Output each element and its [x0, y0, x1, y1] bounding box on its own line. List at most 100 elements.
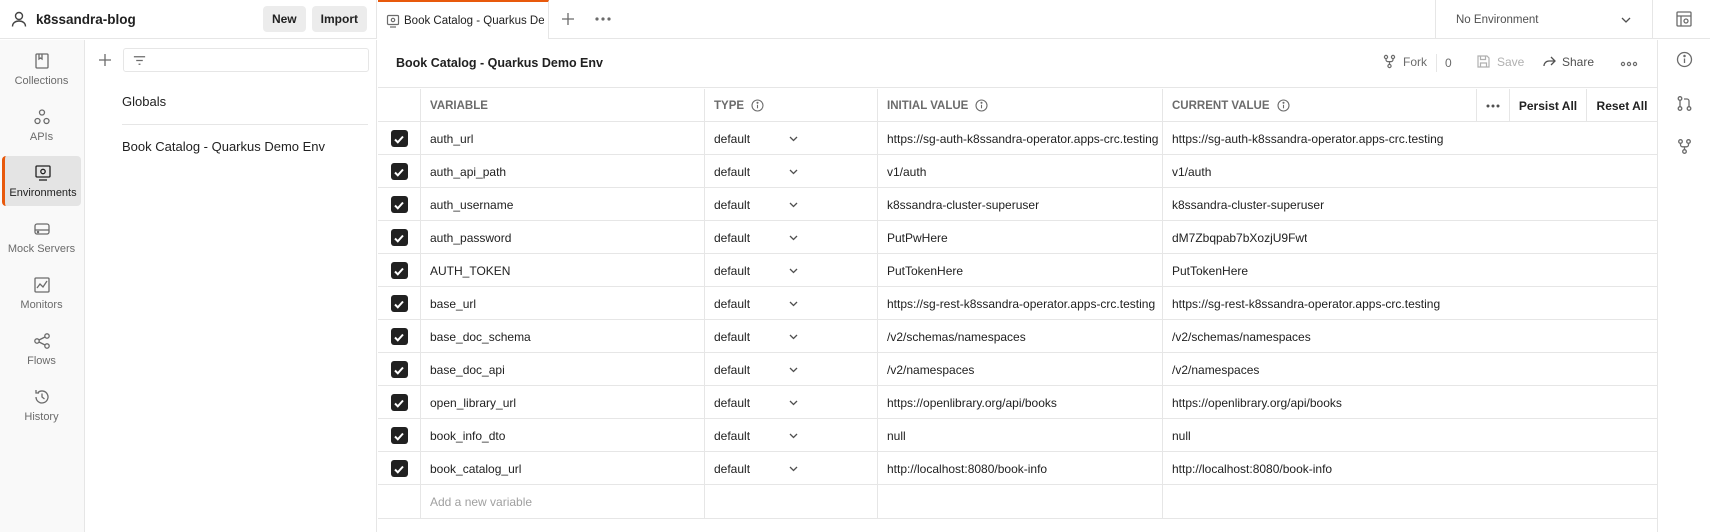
info-icon[interactable]	[1676, 51, 1693, 68]
rail-item-mock-servers[interactable]: Mock Servers	[2, 212, 81, 262]
new-tab-plus-icon[interactable]	[560, 11, 576, 27]
initial-value-cell[interactable]: http://localhost:8080/book-info	[878, 452, 1163, 485]
type-select[interactable]: default	[705, 419, 878, 452]
variable-name-cell[interactable]: base_url	[421, 287, 705, 320]
save-icon	[1476, 54, 1497, 69]
current-value-cell[interactable]: PutTokenHere	[1163, 254, 1657, 287]
tab-options-more-icon[interactable]	[594, 13, 612, 25]
collections-icon	[33, 52, 51, 70]
rail-item-collections[interactable]: Collections	[2, 44, 81, 94]
current-value-cell[interactable]: https://sg-rest-k8ssandra-operator.apps-…	[1163, 287, 1657, 320]
current-value: PutTokenHere	[1172, 263, 1249, 278]
share-button[interactable]: Share	[1542, 54, 1594, 69]
new-button[interactable]: New	[262, 6, 306, 32]
persist-all-button[interactable]: Persist All	[1509, 89, 1586, 122]
enabled-checkbox[interactable]	[390, 328, 408, 345]
type-select[interactable]: default	[705, 386, 878, 419]
sidebar-item-globals[interactable]: Globals	[122, 94, 166, 109]
add-variable-input[interactable]: Add a new variable	[421, 485, 705, 518]
initial-value-cell[interactable]: /v2/namespaces	[878, 353, 1163, 386]
info-icon[interactable]	[975, 99, 988, 112]
pull-request-icon[interactable]	[1676, 95, 1693, 112]
current-value-cell[interactable]: /v2/schemas/namespaces	[1163, 320, 1657, 353]
variable-name-cell[interactable]: AUTH_TOKEN	[421, 254, 705, 287]
type-select[interactable]: default	[705, 155, 878, 188]
environment-selector[interactable]: No Environment	[1435, 0, 1653, 39]
initial-value-cell[interactable]: k8ssandra-cluster-superuser	[878, 188, 1163, 221]
rail-item-apis[interactable]: APIs	[2, 100, 81, 150]
current-value-cell[interactable]: k8ssandra-cluster-superuser	[1163, 188, 1657, 221]
variable-name-cell[interactable]: auth_url	[421, 122, 705, 155]
current-value-cell[interactable]: null	[1163, 419, 1657, 452]
enabled-checkbox[interactable]	[390, 196, 408, 213]
variable-name-cell[interactable]: book_info_dto	[421, 419, 705, 452]
rail-item-environments[interactable]: Environments	[2, 156, 81, 206]
initial-value-cell[interactable]: /v2/schemas/namespaces	[878, 320, 1163, 353]
type-value: default	[714, 296, 751, 311]
enabled-checkbox[interactable]	[390, 295, 408, 312]
enabled-checkbox[interactable]	[390, 229, 408, 246]
variable-name-cell[interactable]: book_catalog_url	[421, 452, 705, 485]
initial-value-cell[interactable]: null	[878, 419, 1163, 452]
rail-item-monitors[interactable]: Monitors	[2, 268, 81, 318]
initial-value-cell[interactable]: https://sg-auth-k8ssandra-operator.apps-…	[878, 122, 1163, 155]
variable-name-cell[interactable]: base_doc_schema	[421, 320, 705, 353]
type-select[interactable]: default	[705, 221, 878, 254]
enabled-checkbox[interactable]	[390, 361, 408, 378]
fork-icon[interactable]	[1676, 138, 1693, 155]
initial-value: /v2/namespaces	[887, 362, 975, 377]
initial-value-cell[interactable]: PutTokenHere	[878, 254, 1163, 287]
enabled-checkbox[interactable]	[390, 262, 408, 279]
filter-input[interactable]	[123, 48, 369, 72]
current-value-cell[interactable]: http://localhost:8080/book-info	[1163, 452, 1657, 485]
mock-servers-icon	[33, 220, 51, 238]
variable-name-cell[interactable]: auth_api_path	[421, 155, 705, 188]
current-value-cell[interactable]: https://openlibrary.org/api/books	[1163, 386, 1657, 419]
type-select[interactable]: default	[705, 188, 878, 221]
type-select[interactable]: default	[705, 287, 878, 320]
rail-item-flows[interactable]: Flows	[2, 324, 81, 374]
current-value-cell[interactable]: dM7Zbqpab7bXozjU9Fwt	[1163, 221, 1657, 254]
type-select[interactable]: default	[705, 353, 878, 386]
variable-name-cell[interactable]: open_library_url	[421, 386, 705, 419]
variable-name-cell[interactable]: base_doc_api	[421, 353, 705, 386]
current-value: v1/auth	[1172, 164, 1212, 179]
initial-value-cell[interactable]: https://sg-rest-k8ssandra-operator.apps-…	[878, 287, 1163, 320]
initial-value-cell[interactable]: https://openlibrary.org/api/books	[878, 386, 1163, 419]
type-select[interactable]: default	[705, 320, 878, 353]
info-icon[interactable]	[751, 99, 764, 112]
fork-button[interactable]: Fork	[1382, 54, 1427, 69]
enabled-checkbox[interactable]	[390, 460, 408, 477]
more-options-icon[interactable]	[1620, 58, 1638, 70]
type-select[interactable]: default	[705, 452, 878, 485]
create-environment-plus-icon[interactable]	[97, 52, 113, 68]
save-button[interactable]: Save	[1476, 54, 1524, 69]
current-value-cell[interactable]: https://sg-auth-k8ssandra-operator.apps-…	[1163, 122, 1657, 155]
reset-all-button[interactable]: Reset All	[1586, 89, 1657, 122]
sidebar-item-environment[interactable]: Book Catalog - Quarkus Demo Env	[122, 139, 325, 154]
current-value-cell[interactable]: v1/auth	[1163, 155, 1657, 188]
type-select[interactable]: default	[705, 122, 878, 155]
environment-title[interactable]: Book Catalog - Quarkus Demo Env	[396, 56, 603, 70]
enabled-checkbox[interactable]	[390, 130, 408, 147]
table-options-more-icon[interactable]	[1476, 89, 1509, 122]
variable-name: base_doc_api	[430, 362, 505, 377]
row-checkbox-cell	[378, 188, 421, 221]
workspace-name[interactable]: k8ssandra-blog	[36, 12, 263, 27]
enabled-checkbox[interactable]	[390, 394, 408, 411]
checkmark-icon	[393, 265, 405, 277]
import-button[interactable]: Import	[311, 6, 367, 32]
rail-item-history[interactable]: History	[2, 380, 81, 430]
type-select[interactable]: default	[705, 254, 878, 287]
enabled-checkbox[interactable]	[390, 427, 408, 444]
enabled-checkbox[interactable]	[390, 163, 408, 180]
initial-value-cell[interactable]: PutPwHere	[878, 221, 1163, 254]
current-value-cell[interactable]: /v2/namespaces	[1163, 353, 1657, 386]
initial-value-cell[interactable]: v1/auth	[878, 155, 1163, 188]
variable-name-cell[interactable]: auth_username	[421, 188, 705, 221]
tab-environment[interactable]: Book Catalog - Quarkus Demo Env	[378, 0, 549, 39]
environment-quick-look-icon[interactable]	[1675, 10, 1693, 28]
info-icon[interactable]	[1276, 99, 1290, 112]
empty-cell	[705, 485, 878, 518]
variable-name-cell[interactable]: auth_password	[421, 221, 705, 254]
